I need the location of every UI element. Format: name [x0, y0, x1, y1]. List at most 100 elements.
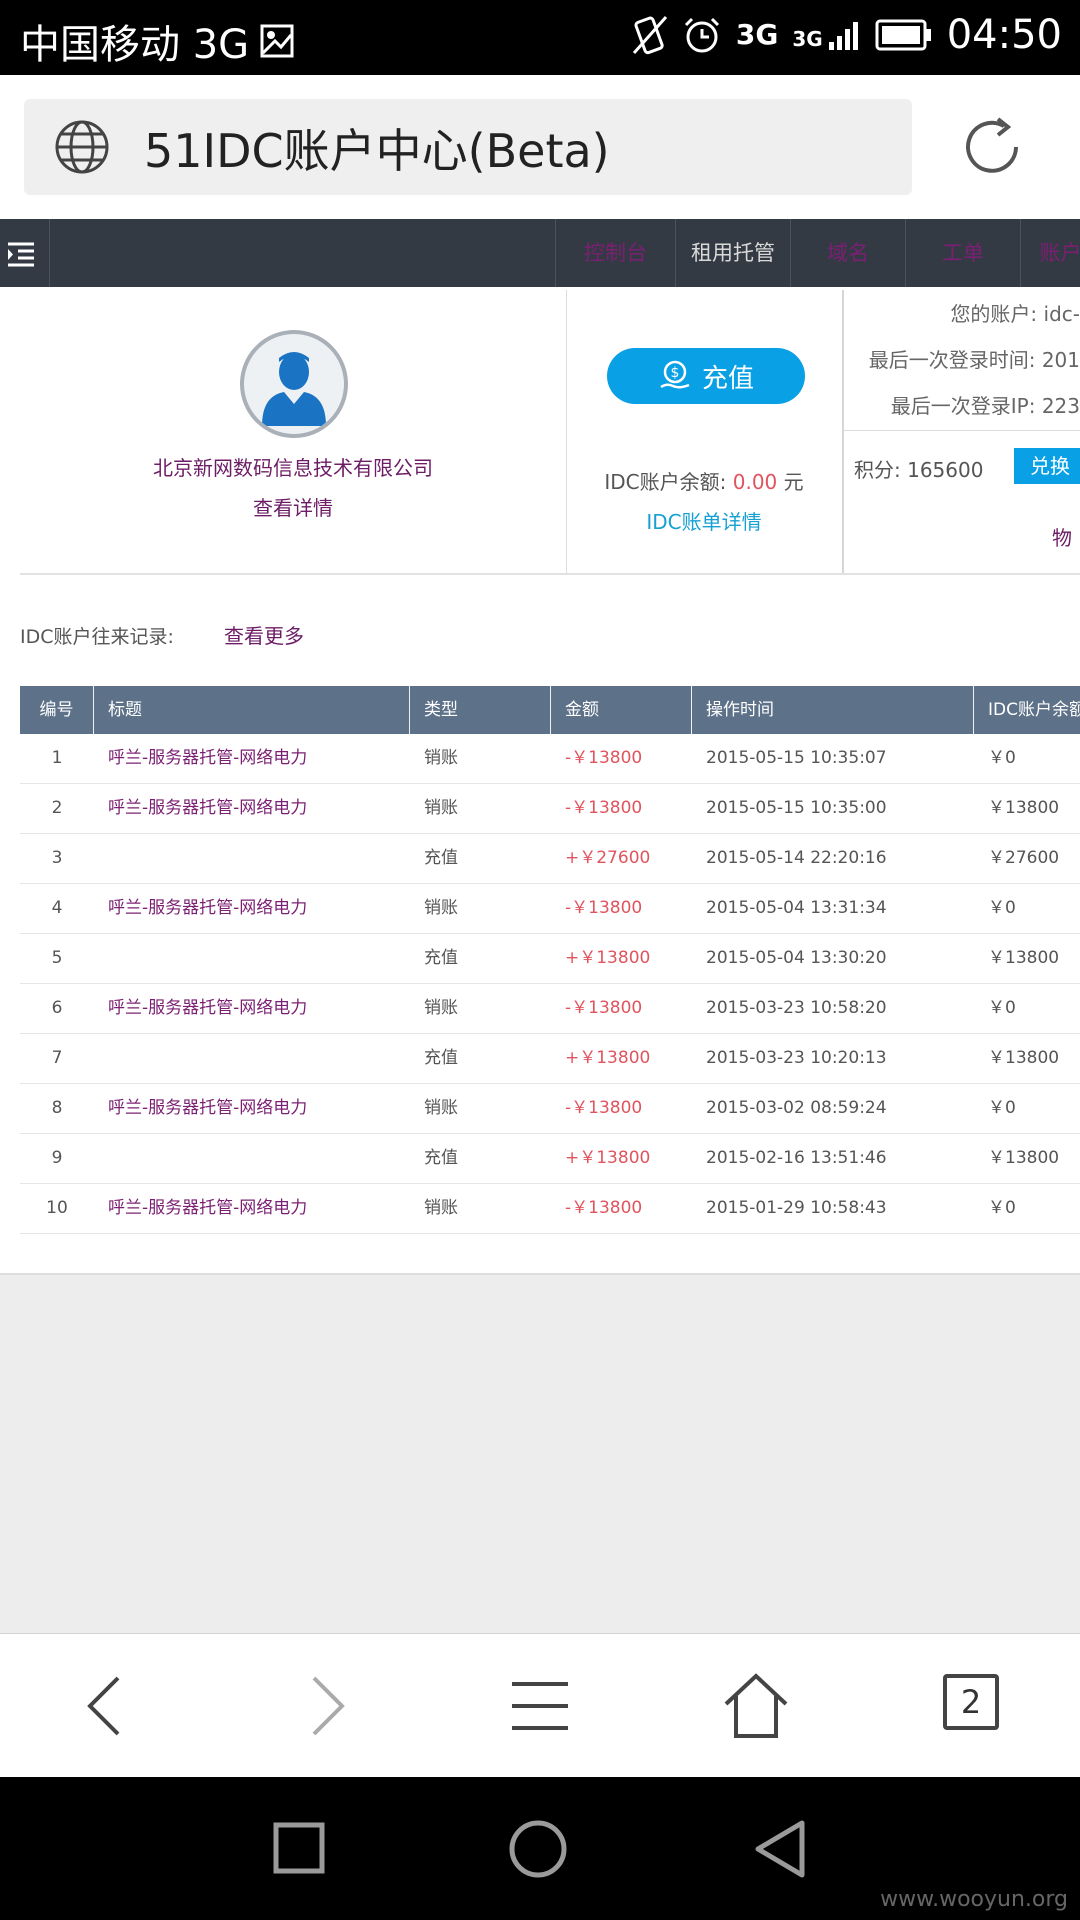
- site-nav: 控制台 租用托管 域名 工单 账户: [0, 219, 1080, 287]
- row-type: 销账: [424, 798, 458, 818]
- row-title-link[interactable]: 呼兰-服务器托管-网络电力: [94, 784, 410, 833]
- table-row: 9 充值 +￥13800 2015-02-16 13:51:46 ￥13800: [20, 1134, 1080, 1184]
- back-triangle-icon[interactable]: [750, 1819, 810, 1879]
- row-balance: ￥0: [988, 998, 1016, 1018]
- table-row: 6 呼兰-服务器托管-网络电力 销账 -￥13800 2015-03-23 10…: [20, 984, 1080, 1034]
- nav-item-account[interactable]: 账户: [1020, 219, 1080, 287]
- row-title-link: [94, 1034, 410, 1083]
- clock: 04:50: [946, 12, 1062, 58]
- bill-details-link[interactable]: IDC账单详情: [566, 506, 842, 535]
- panel-divider: [842, 290, 844, 573]
- row-title-link[interactable]: 呼兰-服务器托管-网络电力: [94, 1084, 410, 1133]
- view-more-link[interactable]: 查看更多: [224, 620, 304, 649]
- forward-icon[interactable]: [290, 1670, 362, 1742]
- row-no: 5: [51, 948, 63, 968]
- row-no: 9: [51, 1148, 63, 1168]
- col-header-no: 编号: [20, 686, 94, 734]
- divider: [844, 430, 1080, 431]
- url-field[interactable]: 51IDC账户中心(Beta): [24, 99, 912, 195]
- row-time: 2015-05-15 10:35:00: [706, 798, 887, 818]
- balance-value: 0.00: [732, 470, 778, 494]
- balance-label: IDC账户余额:: [604, 470, 727, 494]
- menu-icon[interactable]: [504, 1670, 576, 1742]
- row-balance: ￥13800: [988, 798, 1060, 818]
- row-amount: +￥13800: [565, 948, 651, 968]
- row-time: 2015-05-15 10:35:07: [706, 748, 887, 768]
- row-no: 10: [46, 1198, 68, 1218]
- refresh-icon[interactable]: [960, 115, 1024, 179]
- row-type: 充值: [424, 948, 458, 968]
- table-row: 2 呼兰-服务器托管-网络电力 销账 -￥13800 2015-05-15 10…: [20, 784, 1080, 834]
- avatar: [240, 330, 348, 438]
- goods-link[interactable]: 物: [1052, 522, 1072, 551]
- table-header: 编号 标题 类型 金额 操作时间 IDC账户余额: [20, 686, 1080, 734]
- col-header-time: 操作时间: [692, 686, 974, 734]
- table-row: 5 充值 +￥13800 2015-05-04 13:30:20 ￥13800: [20, 934, 1080, 984]
- row-amount: -￥13800: [565, 748, 643, 768]
- nav-item-ticket[interactable]: 工单: [905, 219, 1020, 287]
- exchange-button[interactable]: 兑换: [1014, 448, 1080, 484]
- row-time: 2015-05-04 13:30:20: [706, 948, 887, 968]
- carrier-label: 中国移动 3G: [20, 22, 250, 68]
- row-amount: -￥13800: [565, 998, 643, 1018]
- coin-hand-icon: $: [660, 360, 690, 389]
- row-time: 2015-05-04 13:31:34: [706, 898, 887, 918]
- row-amount: +￥27600: [565, 848, 651, 868]
- row-no: 4: [51, 898, 63, 918]
- row-amount: +￥13800: [565, 1148, 651, 1168]
- alarm-icon: [684, 17, 719, 53]
- recents-icon[interactable]: [270, 1819, 330, 1879]
- row-balance: ￥0: [988, 748, 1016, 768]
- home-circle-icon[interactable]: [508, 1819, 568, 1879]
- back-icon[interactable]: [70, 1670, 142, 1742]
- balance-line: IDC账户余额: 0.00 元: [566, 466, 842, 495]
- balance-unit: 元: [783, 470, 804, 494]
- row-amount: -￥13800: [565, 898, 643, 918]
- table-row: 7 充值 +￥13800 2015-03-23 10:20:13 ￥13800: [20, 1034, 1080, 1084]
- account-id-row: 您的账户: idc-: [950, 302, 1080, 326]
- network-type-1: 3G: [735, 18, 779, 51]
- records-label: IDC账户往来记录:: [20, 626, 174, 648]
- tab-count: 2: [960, 1683, 982, 1721]
- company-name: 北京新网数码信息技术有限公司: [153, 456, 433, 480]
- network-type-2: 3G: [792, 27, 823, 51]
- row-title-link[interactable]: 呼兰-服务器托管-网络电力: [94, 884, 410, 933]
- row-type: 充值: [424, 1148, 458, 1168]
- page-title: 51IDC账户中心(Beta): [144, 124, 610, 178]
- row-title-link: [94, 1134, 410, 1183]
- nav-item-hosting[interactable]: 租用托管: [675, 219, 790, 287]
- nav-item-domain[interactable]: 域名: [790, 219, 905, 287]
- col-header-balance: IDC账户余额: [974, 686, 1080, 734]
- row-no: 3: [51, 848, 63, 868]
- row-title-link[interactable]: 呼兰-服务器托管-网络电力: [94, 1184, 410, 1233]
- row-no: 7: [51, 1048, 63, 1068]
- row-time: 2015-02-16 13:51:46: [706, 1148, 887, 1168]
- col-header-amount: 金额: [551, 686, 692, 734]
- row-title-link: [94, 834, 410, 883]
- row-balance: ￥0: [988, 1198, 1016, 1218]
- row-type: 销账: [424, 1098, 458, 1118]
- view-details-link[interactable]: 查看详情: [20, 492, 566, 521]
- table-row: 8 呼兰-服务器托管-网络电力 销账 -￥13800 2015-03-02 08…: [20, 1084, 1080, 1134]
- row-balance: ￥0: [988, 1098, 1016, 1118]
- last-login-time-row: 最后一次登录时间: 201: [868, 348, 1080, 372]
- row-time: 2015-01-29 10:58:43: [706, 1198, 887, 1218]
- status-bar: 中国移动 3G 3G 3G 04:50: [0, 0, 1080, 75]
- row-balance: ￥27600: [988, 848, 1060, 868]
- row-type: 销账: [424, 1198, 458, 1218]
- records-table: 编号 标题 类型 金额 操作时间 IDC账户余额 1 呼兰-服务器托管-网络电力…: [20, 686, 1080, 1234]
- recharge-label: 充值: [701, 363, 754, 394]
- row-title-link[interactable]: 呼兰-服务器托管-网络电力: [94, 734, 410, 783]
- row-no: 2: [51, 798, 63, 818]
- menu-toggle-button[interactable]: [0, 219, 50, 287]
- row-amount: -￥13800: [565, 798, 643, 818]
- row-type: 销账: [424, 998, 458, 1018]
- row-no: 1: [51, 748, 63, 768]
- row-title-link[interactable]: 呼兰-服务器托管-网络电力: [94, 984, 410, 1033]
- table-row: 1 呼兰-服务器托管-网络电力 销账 -￥13800 2015-05-15 10…: [20, 734, 1080, 784]
- home-icon[interactable]: [720, 1670, 792, 1742]
- recharge-button[interactable]: $ 充值: [607, 348, 805, 404]
- browser-address-bar: 51IDC账户中心(Beta): [0, 75, 1080, 219]
- nav-item-console[interactable]: 控制台: [555, 219, 675, 287]
- tabs-button[interactable]: 2: [943, 1674, 999, 1730]
